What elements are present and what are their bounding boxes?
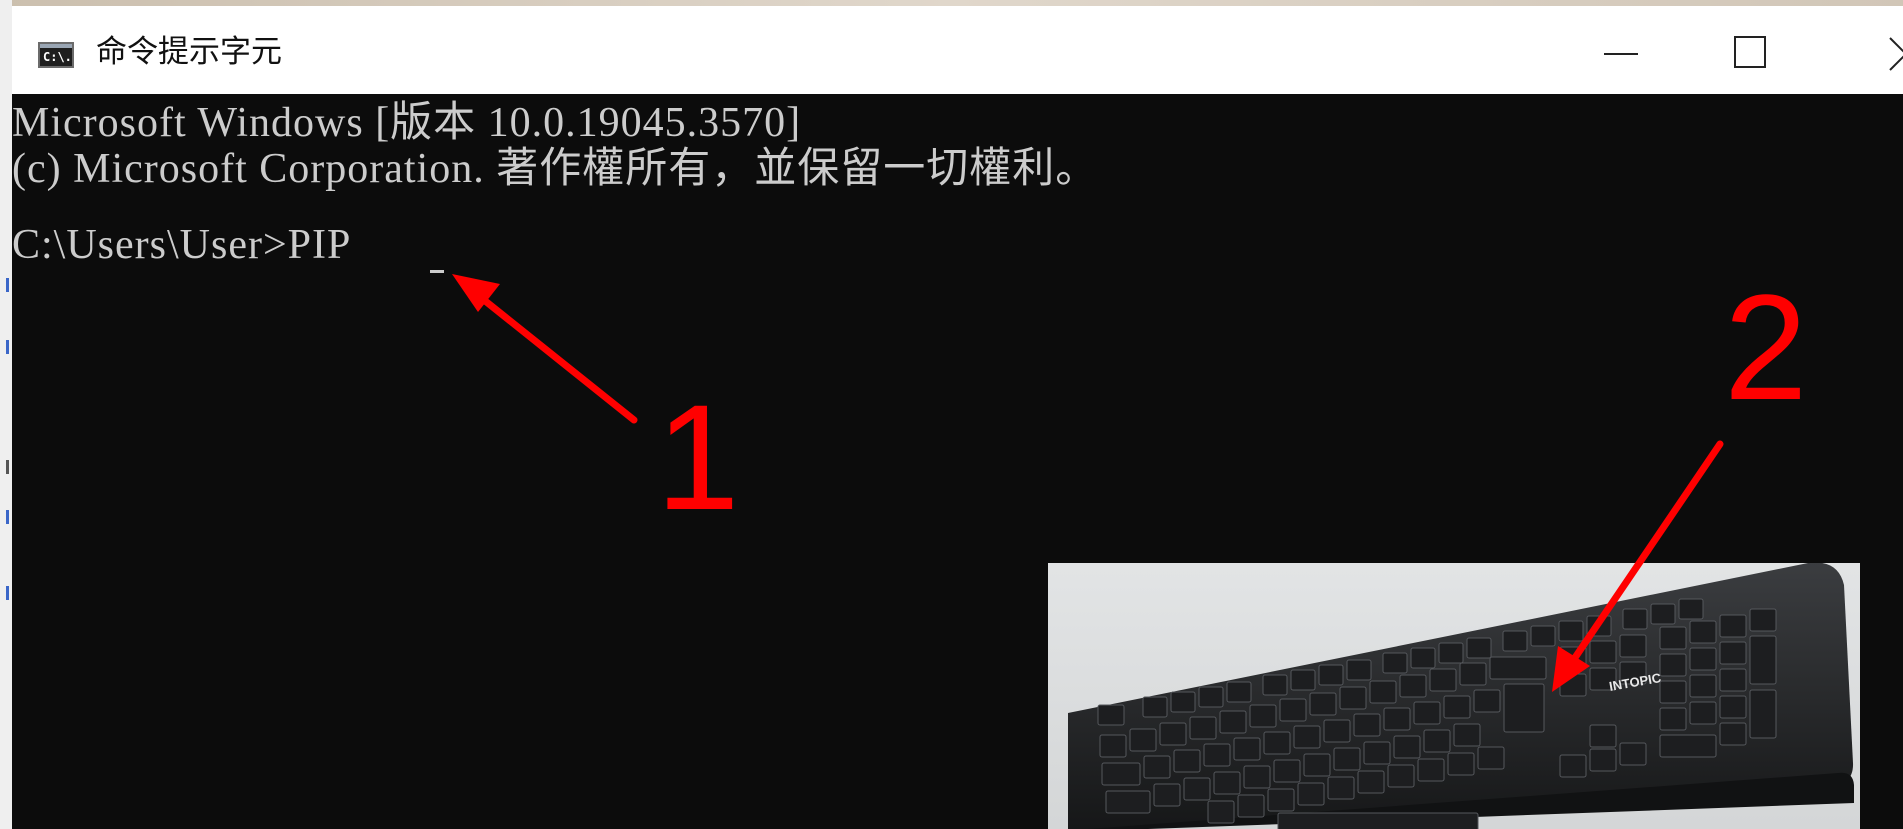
text-cursor [430,270,444,273]
keyboard-photo: INTOPIC [1048,563,1860,829]
left-edge-mark [6,460,9,474]
screenshot-root: C:\. 命令提示字元 Microsoft Windows [版本 10.0.1… [0,0,1903,829]
console-line-copyright: (c) Microsoft Corporation. 著作權所有，並保留一切權利… [12,146,1099,192]
maximize-icon [1734,36,1766,68]
close-icon [1889,37,1903,71]
console-app-icon[interactable]: C:\. [38,42,74,68]
keyboard-illustration: INTOPIC [1068,563,1854,829]
title-bar[interactable]: C:\. 命令提示字元 [12,6,1903,94]
maximize-button[interactable] [1712,28,1792,78]
background-strip-left [0,0,12,829]
console-line-version: Microsoft Windows [版本 10.0.19045.3570] [12,100,802,146]
window-title: 命令提示字元 [96,34,282,70]
left-edge-mark [6,510,9,524]
annotation-label-2: 2 [1724,263,1808,431]
console-line-prompt: C:\Users\User>PIP [12,222,352,268]
minimize-icon [1604,53,1638,55]
annotation-label-1: 1 [656,373,740,541]
left-edge-mark [6,586,9,600]
icon-glyph: C:\. [43,50,72,64]
left-edge-mark [6,340,9,354]
left-edge-mark [6,278,9,292]
minimize-button[interactable] [1582,28,1662,78]
close-button[interactable] [1862,28,1903,78]
icon-bar [40,44,72,48]
